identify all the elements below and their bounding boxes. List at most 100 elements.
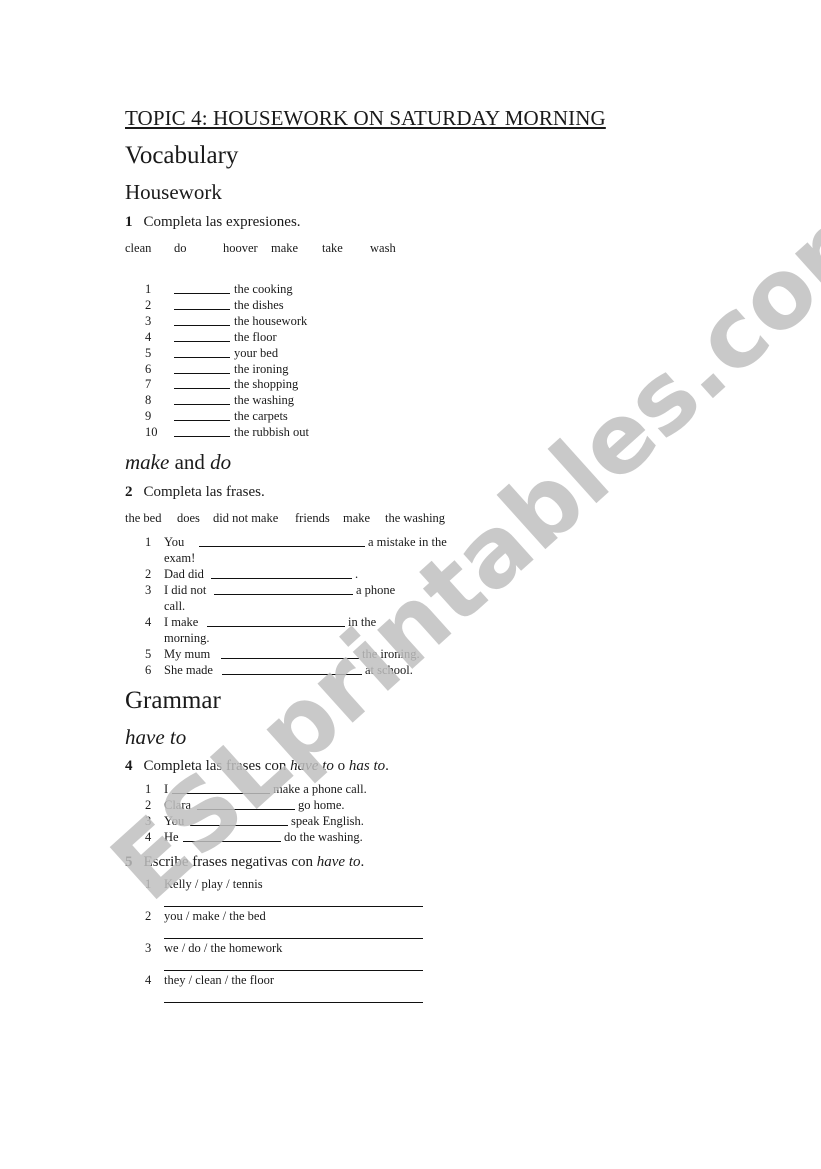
sentence-start: Dad did (164, 567, 204, 581)
answer-blank[interactable] (174, 282, 230, 294)
sentence-start: I make (164, 615, 199, 629)
item-text: the dishes (234, 297, 284, 312)
exercise-4-instruction: 4 Completa las frases con have to o has t… (125, 758, 389, 775)
item-number: 4 (145, 329, 152, 344)
item-number: 3 (145, 814, 152, 828)
answer-blank[interactable] (174, 393, 230, 406)
sentence-end: do the washing. (284, 830, 363, 844)
instruction-italic: have to (316, 854, 361, 870)
item-number: 5 (145, 345, 152, 360)
instruction-italic: have to (290, 758, 334, 774)
worksheet-page: TOPIC 4: HOUSEWORK ON SATURDAY MORNING V… (0, 0, 821, 1169)
word-bank-item: hoover (223, 241, 258, 255)
heading-italic: have to (125, 725, 187, 749)
item-number: 1 (145, 877, 152, 891)
sentence-wrap: exam! (164, 551, 196, 565)
item-number: 1 (145, 782, 152, 796)
item-number: 3 (145, 941, 152, 955)
item-number: 7 (145, 377, 152, 392)
answer-blank[interactable] (174, 362, 230, 374)
answer-blank[interactable] (174, 425, 230, 438)
sentence-start: I did not (164, 583, 207, 597)
sentence-end: at school. (365, 663, 413, 677)
word-bank-item: take (322, 241, 343, 255)
answer-blank[interactable] (183, 830, 281, 842)
sentence-end: go home. (298, 798, 345, 812)
answer-blank[interactable] (172, 782, 270, 794)
answer-blank[interactable] (221, 647, 359, 659)
item-text: the rubbish out (234, 425, 309, 440)
instruction-text: . (360, 854, 365, 870)
word-bank-item: do (174, 241, 187, 255)
word-bank-item: the washing (385, 511, 446, 525)
item-number: 6 (145, 361, 152, 376)
item-number: 3 (145, 583, 152, 597)
section-heading-vocabulary: Vocabulary (125, 142, 239, 169)
word-bank-item: the bed (125, 511, 162, 525)
sentence-start: My mum (164, 647, 211, 661)
word-bank-item: make (271, 241, 299, 255)
sentence-end: the ironing. (362, 647, 420, 661)
answer-line[interactable] (164, 938, 423, 939)
answer-blank[interactable] (197, 798, 295, 810)
answer-blank[interactable] (174, 298, 230, 310)
item-number: 8 (145, 393, 152, 408)
exercise-number: 1 (125, 214, 133, 230)
sentence-start: I (164, 782, 169, 796)
answer-blank[interactable] (174, 346, 230, 358)
item-number: 10 (145, 425, 158, 440)
sentence-start: You (164, 535, 185, 549)
sentence-start: He (164, 830, 179, 844)
word-bank-2: the bed does did not make friends make t… (125, 511, 455, 527)
answer-blank[interactable] (222, 663, 362, 675)
sentence-end: a mistake in the (368, 535, 447, 549)
item-text: your bed (234, 345, 279, 360)
answer-blank[interactable] (174, 314, 230, 326)
answer-blank[interactable] (211, 567, 352, 579)
prompt-text: they / clean / the floor (164, 973, 275, 987)
item-number: 6 (145, 663, 152, 677)
instruction-text: o (333, 758, 349, 774)
sentence-end: speak English. (291, 814, 364, 828)
word-bank-item: clean (125, 241, 152, 255)
item-text: the carpets (234, 409, 288, 424)
sentence-end: in the (348, 615, 377, 629)
subheading-make-and-do: make and do (125, 450, 231, 475)
sentence-wrap: call. (164, 599, 186, 613)
instruction-text: Escribe frases negativas con (143, 854, 317, 870)
answer-blank[interactable] (214, 583, 353, 595)
instruction-text: Completa las expresiones. (143, 214, 301, 230)
item-number: 4 (145, 830, 152, 844)
answer-line[interactable] (164, 1002, 423, 1003)
item-number: 2 (145, 798, 152, 812)
answer-blank[interactable] (174, 377, 230, 390)
item-number: 2 (145, 297, 152, 312)
heading-italic: make (125, 450, 170, 474)
answer-blank[interactable] (190, 814, 288, 826)
sentence-start: Clara (164, 798, 192, 812)
sentence-end: make a phone call. (273, 782, 367, 796)
answer-line[interactable] (164, 970, 423, 971)
exercise-number: 5 (125, 854, 133, 870)
answer-blank[interactable] (207, 615, 345, 627)
item-number: 4 (145, 615, 152, 629)
item-text: the cooking (234, 282, 293, 296)
instruction-text: . (385, 758, 389, 774)
item-number: 5 (145, 647, 152, 661)
sentence-start: She made (164, 663, 213, 677)
word-bank-1: clean do hoover make take wash (125, 241, 425, 257)
instruction-text: Completa las frases con (143, 758, 291, 774)
word-bank-item: wash (370, 241, 396, 255)
answer-line[interactable] (164, 906, 423, 907)
item-text: the ironing (234, 361, 289, 376)
exercise-1-instruction: 1 Completa las expresiones. (125, 214, 301, 231)
exercise-5-instruction: 5 Escribe frases negativas con have to. (125, 854, 364, 871)
section-heading-grammar: Grammar (125, 687, 221, 714)
answer-blank[interactable] (199, 535, 365, 547)
answer-blank[interactable] (174, 330, 230, 342)
word-bank-item: did not make (213, 511, 279, 525)
item-number: 2 (145, 567, 152, 581)
item-text: the washing (234, 393, 295, 408)
answer-blank[interactable] (174, 409, 230, 422)
heading-text: and (169, 450, 211, 474)
